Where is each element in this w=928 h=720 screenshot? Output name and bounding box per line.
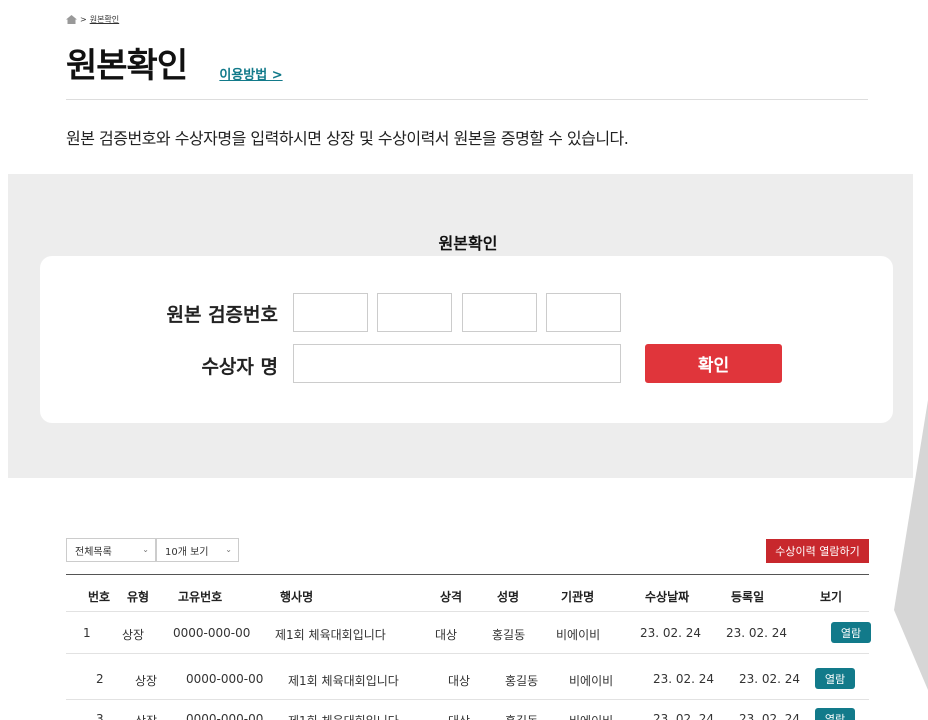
table-cell-grade: 대상	[448, 674, 471, 688]
view-button[interactable]: 열람	[815, 708, 855, 720]
confirm-button[interactable]: 확인	[645, 344, 782, 383]
column-header: 등록일	[731, 590, 765, 604]
row-divider	[66, 653, 869, 654]
table-cell-reg_date: 23. 02. 24	[739, 672, 801, 686]
breadcrumb: > 원본확인	[66, 14, 119, 25]
table-cell-no: 2	[96, 672, 104, 686]
verification-form: 원본 검증번호 수상자 명 확인	[40, 256, 893, 423]
column-header: 보기	[820, 590, 843, 604]
table-cell-event: 제1회 체육대회입니다	[288, 674, 399, 688]
table-cell-no: 3	[96, 712, 104, 720]
table-cell-id: 0000-000-00	[173, 626, 251, 640]
table-cell-type: 상장	[135, 712, 157, 720]
howto-link-label: 이용방법 >	[219, 67, 283, 83]
column-header: 기관명	[561, 590, 595, 604]
table-header-line	[66, 574, 869, 575]
table-cell-no: 1	[83, 626, 91, 640]
table-cell-name: 홍길동	[492, 628, 526, 642]
table-cell-reg_date: 23. 02. 24	[726, 626, 788, 640]
table-cell-award_date: 23. 02. 24	[653, 672, 715, 686]
chevron-down-icon: ⌄	[142, 545, 149, 554]
table-cell-type: 상장	[135, 674, 158, 688]
column-header: 성명	[497, 590, 520, 604]
view-button[interactable]: 열람	[831, 622, 871, 643]
table-cell-award_date: 23. 02. 24	[640, 626, 702, 640]
page-description: 원본 검증번호와 수상자명을 입력하시면 상장 및 수상이력서 원본을 증명할 …	[66, 129, 629, 148]
awardee-name-input[interactable]	[293, 344, 621, 383]
column-header: 행사명	[280, 590, 314, 604]
table-cell-id: 0000-000-00	[186, 712, 264, 720]
form-heading: 원본확인	[438, 234, 498, 253]
table-cell-reg_date: 23. 02. 24	[739, 712, 801, 720]
column-header: 고유번호	[178, 590, 223, 604]
row-divider	[66, 611, 869, 612]
page-title: 원본확인	[66, 46, 188, 86]
breadcrumb-current[interactable]: 원본확인	[90, 14, 119, 25]
code-input-2[interactable]	[377, 293, 452, 332]
page-size-select-value: 10개 보기	[165, 546, 209, 558]
home-icon[interactable]	[66, 15, 77, 24]
name-label: 수상자 명	[201, 356, 278, 378]
page-size-select[interactable]: 10개 보기 ⌄	[156, 538, 239, 562]
chevron-down-icon: ⌄	[225, 545, 232, 554]
code-input-4[interactable]	[546, 293, 621, 332]
view-button[interactable]: 열람	[815, 668, 855, 689]
screenshot: > 원본확인 원본확인 이용방법 > 원본 검증번호와 수상자명을 입력하시면 …	[0, 0, 928, 720]
code-input-1[interactable]	[293, 293, 368, 332]
frame-left-edge	[0, 0, 8, 720]
column-header: 유형	[127, 590, 150, 604]
howto-link-button[interactable]: 이용방법 >	[208, 52, 294, 94]
table-cell-org: 비에이비	[569, 674, 614, 688]
code-input-3[interactable]	[462, 293, 537, 332]
table-cell-org: 비에이비	[556, 628, 601, 642]
table-cell-award_date: 23. 02. 24	[653, 712, 715, 720]
table-cell-event: 제1회 체육대회입니다	[288, 712, 399, 720]
row-divider	[66, 699, 869, 700]
table-cell-grade: 대상	[435, 628, 458, 642]
filter-select[interactable]: 전체목록 ⌄	[66, 538, 156, 562]
code-label: 원본 검증번호	[166, 304, 279, 326]
table-cell-org: 비에이비	[569, 712, 613, 720]
title-divider	[66, 99, 868, 100]
table-cell-id: 0000-000-00	[186, 672, 264, 686]
table-cell-grade: 대상	[448, 712, 470, 720]
breadcrumb-separator: >	[80, 15, 87, 24]
filter-select-value: 전체목록	[75, 546, 112, 558]
table-cell-name: 홍길동	[505, 674, 539, 688]
history-view-button[interactable]: 수상이력 열람하기	[766, 539, 869, 563]
column-header: 번호	[88, 590, 111, 604]
column-header: 수상날짜	[645, 590, 690, 604]
column-header: 상격	[440, 590, 463, 604]
table-cell-name: 홍길동	[505, 712, 538, 720]
page: > 원본확인 원본확인 이용방법 > 원본 검증번호와 수상자명을 입력하시면 …	[8, 8, 928, 720]
frame-top-edge	[0, 0, 928, 8]
table-cell-event: 제1회 체육대회입니다	[275, 628, 386, 642]
table-cell-type: 상장	[122, 628, 145, 642]
